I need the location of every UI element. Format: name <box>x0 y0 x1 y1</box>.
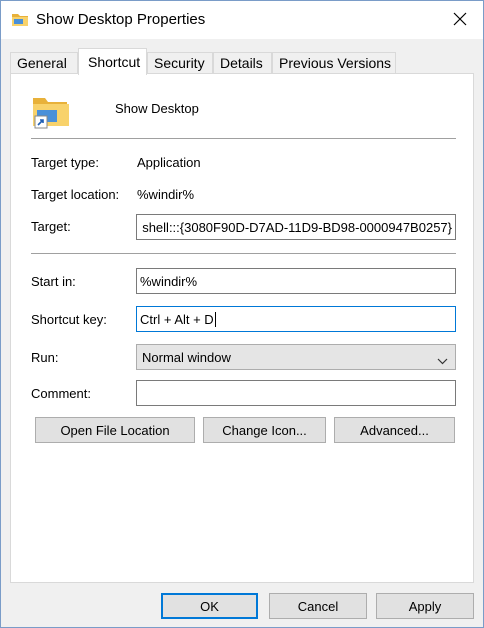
target-location-value: %windir% <box>137 187 195 202</box>
button-label: Cancel <box>297 598 339 614</box>
divider <box>31 253 456 254</box>
close-button[interactable] <box>437 1 483 39</box>
button-label: Advanced... <box>360 422 429 438</box>
button-label: Change Icon... <box>222 422 307 438</box>
tab-security[interactable]: Security <box>147 52 213 73</box>
change-icon-button[interactable]: Change Icon... <box>203 417 326 443</box>
tab-label: Security <box>154 55 205 71</box>
tab-label: Details <box>220 55 263 71</box>
tab-general[interactable]: General <box>10 52 78 73</box>
tab-label: Previous Versions <box>279 55 392 71</box>
target-type-value: Application <box>137 155 201 170</box>
chevron-down-icon <box>437 353 448 368</box>
tab-shortcut[interactable]: Shortcut <box>78 48 147 75</box>
target-label: Target: <box>31 219 71 234</box>
target-value: shell:::{3080F90D-D7AD-11D9-BD98-0000947… <box>142 219 452 235</box>
target-field[interactable]: shell:::{3080F90D-D7AD-11D9-BD98-0000947… <box>136 214 456 240</box>
folder-icon <box>11 11 29 27</box>
target-location-label: Target location: <box>31 187 120 202</box>
window-title: Show Desktop Properties <box>36 11 206 28</box>
divider <box>31 138 456 139</box>
shortcut-key-label: Shortcut key: <box>31 312 107 327</box>
close-icon <box>453 12 467 29</box>
text-caret <box>214 311 216 327</box>
ok-button[interactable]: OK <box>161 593 258 619</box>
cancel-button[interactable]: Cancel <box>269 593 367 619</box>
target-type-label: Target type: <box>31 155 99 170</box>
start-in-label: Start in: <box>31 274 76 289</box>
open-file-location-button[interactable]: Open File Location <box>35 417 195 443</box>
button-label: OK <box>200 598 219 614</box>
tab-details[interactable]: Details <box>213 52 272 73</box>
folder-shortcut-icon <box>31 92 71 132</box>
tab-previous-versions[interactable]: Previous Versions <box>272 52 396 73</box>
run-select[interactable]: Normal window <box>136 344 456 370</box>
shortcut-name: Show Desktop <box>115 101 199 116</box>
tab-strip: General Shortcut Security Details Previo… <box>10 48 474 75</box>
comment-field[interactable] <box>136 380 456 406</box>
run-value: Normal window <box>142 349 231 365</box>
shortcut-key-field[interactable]: Ctrl + Alt + D <box>136 306 456 332</box>
apply-button[interactable]: Apply <box>376 593 474 619</box>
tab-label: Shortcut <box>88 54 141 70</box>
title-bar: Show Desktop Properties <box>1 1 483 39</box>
shortcut-key-value: Ctrl + Alt + D <box>140 311 214 327</box>
start-in-field[interactable]: %windir% <box>136 268 456 294</box>
run-label: Run: <box>31 350 59 365</box>
advanced-button[interactable]: Advanced... <box>334 417 455 443</box>
properties-window: Show Desktop Properties General Shortcut… <box>0 0 484 628</box>
shortcut-panel: Show Desktop Target type: Application Ta… <box>10 73 474 583</box>
start-in-value: %windir% <box>140 273 198 289</box>
comment-label: Comment: <box>31 386 91 401</box>
tab-label: General <box>17 55 67 71</box>
button-label: Apply <box>408 598 442 614</box>
button-label: Open File Location <box>60 422 170 438</box>
